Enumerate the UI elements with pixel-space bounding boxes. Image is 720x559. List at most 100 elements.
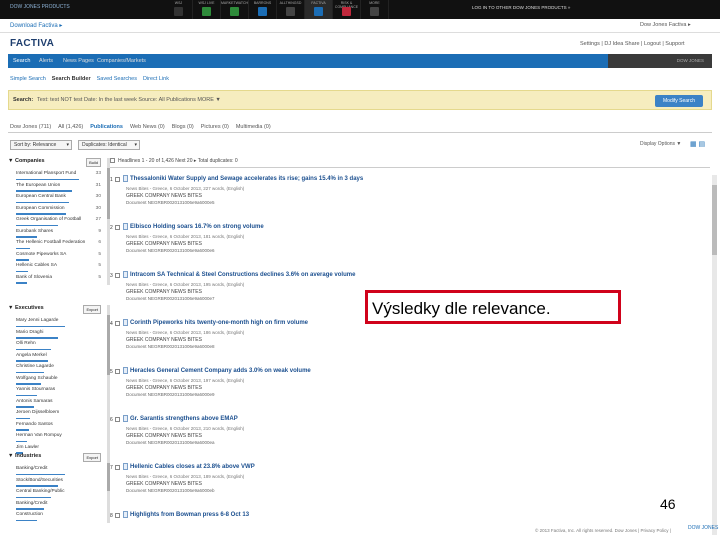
product-tab[interactable]: MORE bbox=[361, 0, 389, 19]
result-number: 8 bbox=[110, 513, 113, 519]
facet-item-label: Jim Lawler bbox=[16, 444, 39, 450]
results-scrollbar[interactable] bbox=[712, 175, 717, 535]
source-tab[interactable]: Dow Jones (711) bbox=[10, 124, 51, 130]
facet-export-button[interactable]: Export bbox=[83, 453, 101, 462]
result-checkbox[interactable] bbox=[115, 273, 120, 278]
footer-text: © 2013 Factiva, Inc. All rights reserved… bbox=[535, 528, 671, 533]
facet-item[interactable]: Central Banking/Public bbox=[16, 489, 101, 498]
facet-item[interactable]: Yannis Stournaras bbox=[16, 387, 101, 396]
subnav-link[interactable]: Search Builder bbox=[52, 76, 91, 82]
result-meta: News Bites - Greece, 6 October 2013, 197… bbox=[126, 378, 245, 383]
result-headline-link[interactable]: Heracles General Cement Company adds 3.0… bbox=[130, 368, 311, 374]
facet-item[interactable]: Bank of Slovenia 5 bbox=[16, 275, 101, 284]
facet-item[interactable]: The Hellenic Football Federation 6 bbox=[16, 240, 101, 249]
facet-export-button[interactable]: Export bbox=[83, 305, 101, 314]
product-tab[interactable]: ALLTHINGSD bbox=[277, 0, 305, 19]
document-icon bbox=[123, 463, 128, 470]
facet-item[interactable]: European Commission 30 bbox=[16, 206, 101, 215]
facet-item[interactable]: Jeroen Dijsselbloem bbox=[16, 410, 101, 419]
facet-item[interactable]: Herman Van Rompuy bbox=[16, 433, 101, 442]
facet-item[interactable]: Greek Organisation of Football 27 bbox=[16, 217, 101, 226]
result-checkbox[interactable] bbox=[115, 465, 120, 470]
result-headline-link[interactable]: Thessaloniki Water Supply and Sewage acc… bbox=[130, 176, 363, 182]
facet-item-bar bbox=[16, 417, 30, 419]
facet-item-label: Mary Jenni Lagarde bbox=[16, 318, 59, 323]
result-checkbox[interactable] bbox=[115, 417, 120, 422]
facet-item[interactable]: Mario Draghi bbox=[16, 330, 101, 339]
nav-item[interactable]: Companies/Markets bbox=[92, 54, 692, 68]
search-summary-bar: Search: Text: test NOT test Date: In the… bbox=[8, 90, 712, 110]
facet-export-button[interactable]: Build bbox=[86, 158, 101, 167]
facet-item-bar bbox=[16, 406, 34, 408]
product-tab[interactable]: BARRONS bbox=[249, 0, 277, 19]
facet-item[interactable]: Fernando Santos bbox=[16, 422, 101, 431]
result-headline-link[interactable]: Highlights from Bowman press 6-8 Oct 13 bbox=[130, 512, 249, 518]
facet-item[interactable]: International Plansport Fund 33 bbox=[16, 171, 101, 180]
result-headline-link[interactable]: Intracom SA Technical & Steel Constructi… bbox=[130, 272, 355, 278]
facet-header[interactable]: ▼ Companies Build bbox=[8, 158, 103, 168]
subnav-link[interactable]: Saved Searches bbox=[97, 76, 137, 82]
source-tab[interactable]: All (1,426) bbox=[58, 124, 83, 130]
download-link[interactable]: Download Factiva ▸ bbox=[10, 22, 62, 29]
product-logo-icon bbox=[174, 7, 183, 16]
result-checkbox[interactable] bbox=[115, 225, 120, 230]
product-tab[interactable]: WSJ bbox=[165, 0, 193, 19]
facet-item[interactable]: European Central Bank 30 bbox=[16, 194, 101, 203]
result-source: GREEK COMPANY NEWS BITES bbox=[126, 337, 202, 343]
facet-item[interactable]: Antonis Samaras bbox=[16, 399, 101, 408]
source-tab[interactable]: Web News (0) bbox=[130, 124, 165, 130]
result-headline-link[interactable]: Corinth Pipeworks hits twenty-one-month … bbox=[130, 320, 308, 326]
facet-item[interactable]: Banking/Credit bbox=[16, 466, 101, 475]
facet-item[interactable]: Cosmote Pipeworks SA 5 bbox=[16, 252, 101, 261]
facet-item-label: Yannis Stournaras bbox=[16, 387, 56, 392]
facet-item[interactable]: Hellenic Cables SA 5 bbox=[16, 263, 101, 272]
modify-search-button[interactable]: Modify Search bbox=[655, 95, 703, 107]
subnav-link[interactable]: Direct Link bbox=[143, 76, 169, 82]
source-tab[interactable]: Pictures (0) bbox=[201, 124, 229, 130]
duplicates-select[interactable]: Duplicates: Identical bbox=[78, 140, 140, 150]
result-item: 4 Corinth Pipeworks hits twenty-one-month… bbox=[110, 319, 710, 367]
result-headline-link[interactable]: Gr. Sarantis strengthens above EMAP bbox=[130, 416, 238, 422]
sort-select[interactable]: Sort by: Relevance bbox=[10, 140, 72, 150]
facet-item[interactable]: Angela Merkel bbox=[16, 353, 101, 362]
product-tab[interactable]: WSJ LIVE bbox=[193, 0, 221, 19]
source-tab[interactable]: Blogs (0) bbox=[172, 124, 194, 130]
facet-item[interactable]: Construction bbox=[16, 512, 101, 521]
dow-jones-link[interactable]: Dow Jones Factiva ▸ bbox=[640, 22, 691, 28]
source-tab[interactable]: Publications bbox=[90, 124, 123, 130]
source-tab[interactable]: Multimedia (0) bbox=[236, 124, 271, 130]
facet-item-bar bbox=[16, 383, 41, 385]
login-other-products-link[interactable]: LOG IN TO OTHER DOW JONES PRODUCTS » bbox=[472, 5, 570, 10]
account-links[interactable]: Settings | DJ Idea Share | Logout | Supp… bbox=[580, 41, 685, 47]
result-headline-link[interactable]: Hellenic Cables closes at 23.8% above VW… bbox=[130, 464, 255, 470]
result-checkbox[interactable] bbox=[115, 513, 120, 518]
facet-header[interactable]: ▼ Executives Export bbox=[8, 305, 103, 315]
facet-item[interactable]: Olli Rehn bbox=[16, 341, 101, 350]
result-number: 6 bbox=[110, 417, 113, 423]
facet-item[interactable]: The European Union 31 bbox=[16, 183, 101, 192]
view-toggle-icon[interactable]: ▦ ▤ bbox=[690, 140, 705, 148]
result-checkbox[interactable] bbox=[115, 177, 120, 182]
result-checkbox[interactable] bbox=[115, 369, 120, 374]
facet-item-count: 5 bbox=[98, 251, 101, 257]
factiva-logo[interactable]: FACTIVA bbox=[10, 38, 54, 49]
select-all-checkbox[interactable] bbox=[110, 158, 115, 164]
facet-item-label: The Hellenic Football Federation bbox=[16, 240, 86, 245]
facet-header[interactable]: ▼ Industries Export bbox=[8, 453, 103, 463]
result-checkbox[interactable] bbox=[115, 321, 120, 326]
result-document-id: Document NEGRBR0020131006e9a6000e7 bbox=[126, 296, 215, 301]
product-tab[interactable]: MARKETWATCH bbox=[221, 0, 249, 19]
result-headline-link[interactable]: Elbisco Holding soars 16.7% on strong vo… bbox=[130, 224, 264, 230]
facet-item[interactable]: Stock/Bond/Securities bbox=[16, 478, 101, 487]
facet-item[interactable]: Banking/Credit bbox=[16, 501, 101, 510]
subnav-link[interactable]: Simple Search bbox=[10, 76, 46, 82]
facet-item[interactable]: Mary Jenni Lagarde bbox=[16, 318, 101, 327]
facet-item[interactable]: Wolfgang Schauble bbox=[16, 376, 101, 385]
search-query-summary: Text: test NOT test Date: In the last we… bbox=[37, 97, 221, 103]
display-options-menu[interactable]: Display Options ▼ bbox=[640, 141, 681, 147]
facet-item[interactable]: Eurobank Shares 9 bbox=[16, 229, 101, 238]
facet-item[interactable]: Christine Lagarde bbox=[16, 364, 101, 373]
product-tab[interactable]: FACTIVA bbox=[305, 0, 333, 19]
result-item: 7 Hellenic Cables closes at 23.8% above V… bbox=[110, 463, 710, 511]
product-tab[interactable]: RISK & COMPLIANCE bbox=[333, 0, 361, 19]
